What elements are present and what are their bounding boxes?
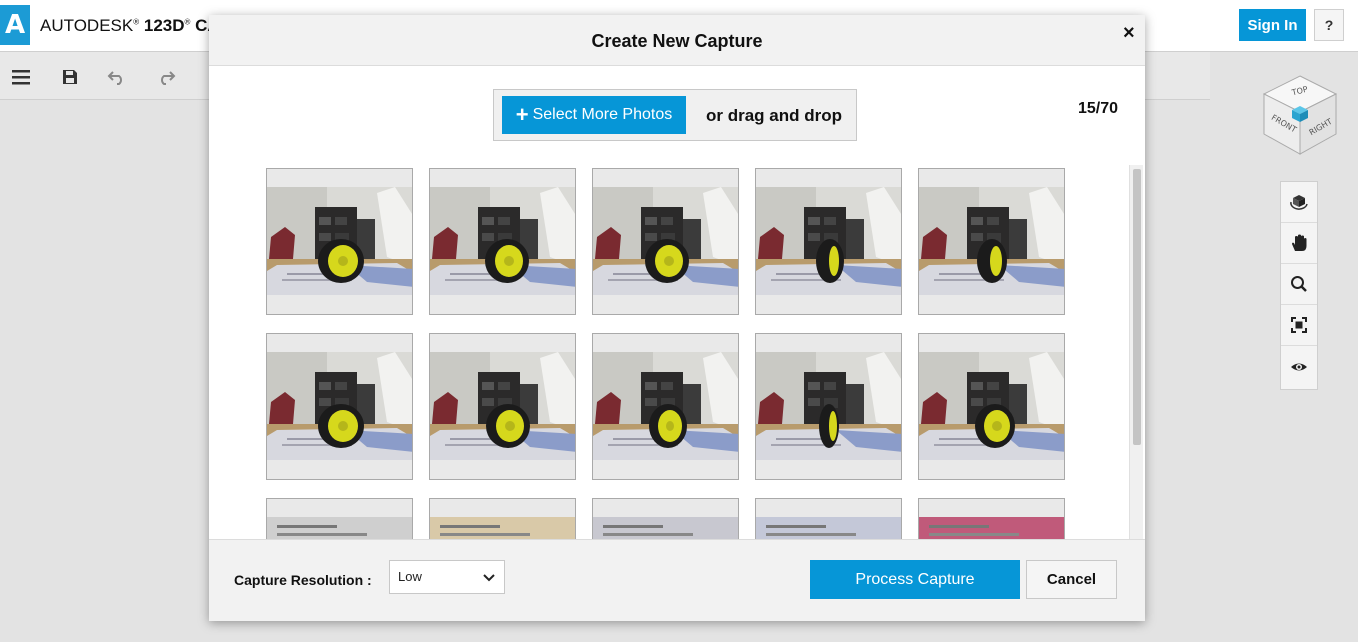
save-icon[interactable] xyxy=(57,64,83,90)
pan-hand-icon[interactable] xyxy=(1281,223,1317,264)
capture-resolution-label: Capture Resolution : xyxy=(234,572,372,588)
photo-grid-viewport xyxy=(209,165,1145,539)
dialog-footer: Capture Resolution : Low Process Capture… xyxy=(209,539,1145,621)
photo-thumbnail[interactable] xyxy=(429,498,576,539)
select-more-photos-button[interactable]: + Select More Photos xyxy=(502,96,686,134)
photo-thumbnail[interactable] xyxy=(755,168,902,315)
photo-thumbnail[interactable] xyxy=(266,498,413,539)
capture-resolution-select[interactable]: Low xyxy=(389,560,505,594)
zoom-icon[interactable] xyxy=(1281,264,1317,305)
cancel-button[interactable]: Cancel xyxy=(1026,560,1117,599)
view-cube[interactable]: TOP FRONT RIGHT xyxy=(1258,72,1342,162)
photo-thumbnail[interactable] xyxy=(918,168,1065,315)
photo-thumbnail[interactable] xyxy=(592,333,739,480)
sign-in-button[interactable]: Sign In xyxy=(1239,9,1306,41)
brand-title: AUTODESK® 123D® CAT xyxy=(40,16,229,36)
undo-icon[interactable] xyxy=(104,64,130,90)
brand-company: AUTODESK xyxy=(40,16,134,35)
navigation-palette xyxy=(1280,181,1318,390)
photo-thumbnail[interactable] xyxy=(429,333,576,480)
photo-thumbnail[interactable] xyxy=(755,498,902,539)
menu-icon[interactable] xyxy=(8,64,34,90)
photo-thumbnail[interactable] xyxy=(918,498,1065,539)
create-capture-dialog: Create New Capture × + Select More Photo… xyxy=(209,15,1145,621)
photo-thumbnail[interactable] xyxy=(592,498,739,539)
redo-icon[interactable] xyxy=(153,64,179,90)
photo-thumbnail[interactable] xyxy=(429,168,576,315)
chevron-down-icon xyxy=(483,571,495,586)
process-capture-button[interactable]: Process Capture xyxy=(810,560,1020,599)
capture-resolution-value: Low xyxy=(398,569,422,584)
close-icon[interactable]: × xyxy=(1123,22,1135,45)
brand-product: 123D xyxy=(143,16,185,35)
eye-icon[interactable] xyxy=(1281,346,1317,387)
photo-thumbnail[interactable] xyxy=(266,168,413,315)
select-more-photos-label: Select More Photos xyxy=(532,106,673,123)
fit-view-icon[interactable] xyxy=(1281,305,1317,346)
photo-thumbnail[interactable] xyxy=(592,168,739,315)
orbit-icon[interactable] xyxy=(1281,182,1317,223)
photo-thumbnail[interactable] xyxy=(266,333,413,480)
help-button[interactable]: ? xyxy=(1314,9,1344,41)
scrollbar-thumb[interactable] xyxy=(1133,169,1141,445)
photo-count: 15/70 xyxy=(1078,100,1119,117)
photo-grid-scrollbar[interactable] xyxy=(1129,165,1143,539)
drag-drop-hint: or drag and drop xyxy=(706,106,842,125)
photo-grid xyxy=(266,168,1066,539)
dialog-header: Create New Capture × xyxy=(209,15,1145,66)
plus-icon: + xyxy=(515,102,529,127)
photo-upload-bar: + Select More Photos or drag and drop xyxy=(493,89,857,141)
photo-thumbnail[interactable] xyxy=(755,333,902,480)
photo-thumbnail[interactable] xyxy=(918,333,1065,480)
dialog-title: Create New Capture xyxy=(591,31,763,51)
autodesk-logo-icon: A xyxy=(0,5,30,45)
